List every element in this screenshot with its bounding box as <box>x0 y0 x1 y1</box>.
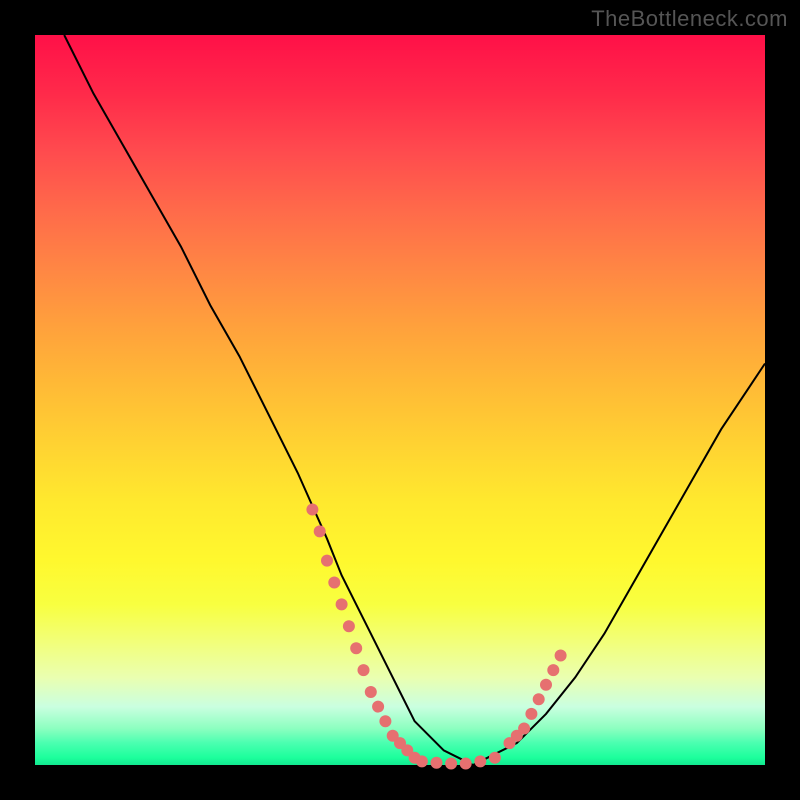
chart-plot-area <box>35 35 765 765</box>
curve-dot <box>306 504 318 516</box>
curve-dot <box>372 701 384 713</box>
curve-dot <box>518 723 530 735</box>
curve-dot <box>379 715 391 727</box>
curve-dot <box>533 693 545 705</box>
curve-dot <box>343 620 355 632</box>
curve-dot <box>555 650 567 662</box>
curve-dot <box>540 679 552 691</box>
curve-dot <box>445 758 457 770</box>
main-curve <box>64 35 765 765</box>
curve-dot <box>350 642 362 654</box>
curve-dot <box>328 577 340 589</box>
curve-dot <box>358 664 370 676</box>
curve-dot <box>336 598 348 610</box>
curve-dot <box>489 752 501 764</box>
curve-dot <box>365 686 377 698</box>
curve-dot <box>314 525 326 537</box>
curve-dot <box>525 708 537 720</box>
watermark-text: TheBottleneck.com <box>591 6 788 32</box>
curve-dot <box>474 755 486 767</box>
curve-dot <box>460 758 472 770</box>
curve-dot <box>321 555 333 567</box>
curve-dot <box>547 664 559 676</box>
chart-svg <box>35 35 765 765</box>
dotted-markers <box>306 504 566 770</box>
curve-dot <box>416 755 428 767</box>
curve-dot <box>431 757 443 769</box>
main-curve-path <box>64 35 765 765</box>
